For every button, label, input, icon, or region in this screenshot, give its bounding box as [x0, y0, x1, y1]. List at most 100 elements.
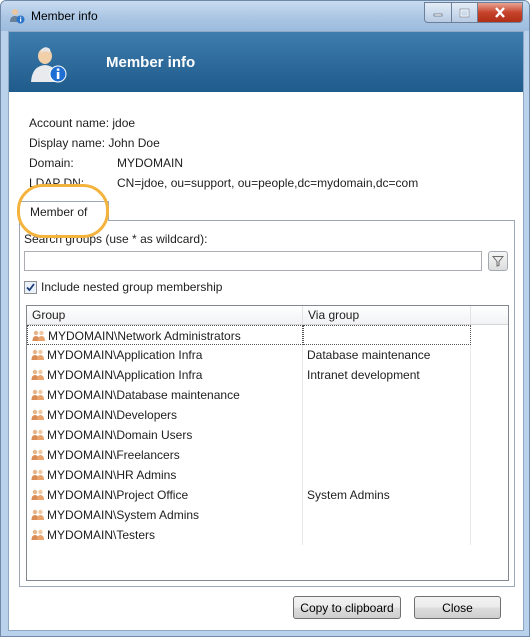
account-name-row: Account name: jdoe [29, 116, 135, 130]
ldap-dn-value: CN=jdoe, ou=support, ou=people,dc=mydoma… [117, 176, 419, 190]
domain-row: Domain: MYDOMAIN [29, 156, 183, 170]
via-group-cell [303, 425, 471, 445]
group-icon [31, 529, 44, 540]
minimize-button[interactable] [424, 2, 452, 23]
user-info-icon [31, 47, 67, 83]
spacer-cell [471, 505, 506, 525]
nested-membership-checkbox-row[interactable]: Include nested group membership [24, 280, 222, 294]
maximize-icon [459, 8, 470, 17]
table-row[interactable]: MYDOMAIN\Application Infra Database maint… [27, 345, 506, 365]
minimize-icon [433, 13, 443, 16]
listview-header: Group Via group [27, 306, 508, 325]
group-cell: MYDOMAIN\Database maintenance [27, 385, 303, 405]
spacer-cell [471, 525, 506, 545]
account-name-value: jdoe [112, 116, 136, 130]
table-row[interactable]: MYDOMAIN\Freelancers [27, 445, 506, 465]
table-row[interactable]: MYDOMAIN\Application Infra Intranet devel… [27, 365, 506, 385]
table-row[interactable]: MYDOMAIN\Domain Users [27, 425, 506, 445]
spacer-cell [471, 345, 506, 365]
header-banner: Member info [9, 32, 523, 92]
domain-label: Domain: [29, 156, 74, 170]
filter-icon [492, 256, 504, 267]
group-name: MYDOMAIN\Application Infra [47, 368, 203, 382]
copy-to-clipboard-button[interactable]: Copy to clipboard [293, 596, 401, 619]
nested-membership-checkbox[interactable] [24, 280, 37, 294]
title-bar[interactable]: Member info [1, 1, 529, 31]
table-row[interactable]: MYDOMAIN\Project Office System Admins [27, 485, 506, 505]
table-row[interactable]: MYDOMAIN\Testers [27, 525, 506, 545]
close-icon [495, 7, 505, 18]
spacer-cell [471, 485, 506, 505]
search-groups-label: Search groups (use * as wildcard): [24, 232, 208, 246]
group-icon [31, 489, 44, 500]
spacer-cell [471, 385, 506, 405]
via-group-cell [303, 385, 471, 405]
group-cell: MYDOMAIN\System Admins [27, 505, 303, 525]
via-group-cell: System Admins [303, 485, 471, 505]
display-name-value: John Doe [108, 136, 160, 150]
spacer-cell [471, 405, 506, 425]
spacer-cell [471, 425, 506, 445]
search-groups-input[interactable] [24, 251, 482, 271]
group-name: MYDOMAIN\Application Infra [47, 348, 203, 362]
spacer-cell [471, 325, 506, 345]
group-cell: MYDOMAIN\Developers [27, 405, 303, 425]
table-row[interactable]: MYDOMAIN\Database maintenance [27, 385, 506, 405]
via-group-cell [303, 465, 471, 485]
maximize-button[interactable] [452, 2, 478, 23]
display-name-label: Display name: [29, 136, 106, 150]
close-window-button[interactable] [478, 2, 523, 23]
table-row[interactable]: MYDOMAIN\System Admins [27, 505, 506, 525]
tab-member-of[interactable]: Member of [19, 201, 109, 221]
banner-title: Member info [106, 54, 196, 71]
group-icon [31, 429, 44, 440]
group-name: MYDOMAIN\System Admins [47, 508, 200, 522]
group-cell: MYDOMAIN\Application Infra [27, 365, 303, 385]
account-name-label: Account name: [29, 116, 110, 130]
via-group-cell [303, 525, 471, 545]
group-icon [31, 449, 44, 460]
via-group-cell [303, 505, 471, 525]
dialog-content: Member info Account name: jdoe Display n… [8, 31, 524, 631]
group-icon [31, 369, 44, 380]
group-name: MYDOMAIN\Testers [47, 528, 156, 542]
spacer-cell [471, 465, 506, 485]
group-name: MYDOMAIN\Domain Users [47, 428, 193, 442]
group-name: MYDOMAIN\Network Administrators [48, 329, 241, 343]
group-name: MYDOMAIN\Freelancers [47, 448, 180, 462]
group-name: MYDOMAIN\HR Admins [47, 468, 177, 482]
group-cell: MYDOMAIN\Freelancers [27, 445, 303, 465]
table-row[interactable]: MYDOMAIN\HR Admins [27, 465, 506, 485]
table-row[interactable]: MYDOMAIN\Network Administrators [27, 325, 506, 345]
group-icon [32, 330, 45, 341]
column-header-via-group[interactable]: Via group [303, 306, 471, 324]
group-cell: MYDOMAIN\Network Administrators [27, 325, 303, 345]
window-title: Member info [31, 9, 98, 23]
member-info-window: Member info Member info Account name: jd… [0, 0, 530, 637]
group-icon [31, 469, 44, 480]
group-cell: MYDOMAIN\HR Admins [27, 465, 303, 485]
group-name: MYDOMAIN\Database maintenance [47, 388, 240, 402]
close-button[interactable]: Close [414, 596, 501, 619]
display-name-row: Display name: John Doe [29, 136, 160, 150]
group-cell: MYDOMAIN\Testers [27, 525, 303, 545]
filter-button[interactable] [488, 251, 508, 271]
group-name: MYDOMAIN\Developers [47, 408, 178, 422]
group-icon [31, 389, 44, 400]
table-row[interactable]: MYDOMAIN\Developers [27, 405, 506, 425]
group-name: MYDOMAIN\Project Office [47, 488, 189, 502]
via-group-cell [303, 445, 471, 465]
ldap-dn-row: LDAP DN: CN=jdoe, ou=support, ou=people,d… [29, 176, 418, 190]
nested-membership-label: Include nested group membership [41, 280, 223, 294]
spacer-cell [471, 445, 506, 465]
ldap-dn-label: LDAP DN: [29, 176, 85, 190]
group-cell: MYDOMAIN\Domain Users [27, 425, 303, 445]
spacer-cell [471, 365, 506, 385]
via-group-cell [303, 405, 471, 425]
column-header-group[interactable]: Group [27, 306, 303, 324]
group-icon [31, 509, 44, 520]
groups-listview[interactable]: Group Via group MYDOMAIN\Network Adminis… [26, 305, 509, 581]
via-group-cell: Database maintenance [303, 345, 471, 365]
group-cell: MYDOMAIN\Project Office [27, 485, 303, 505]
group-cell: MYDOMAIN\Application Infra [27, 345, 303, 365]
